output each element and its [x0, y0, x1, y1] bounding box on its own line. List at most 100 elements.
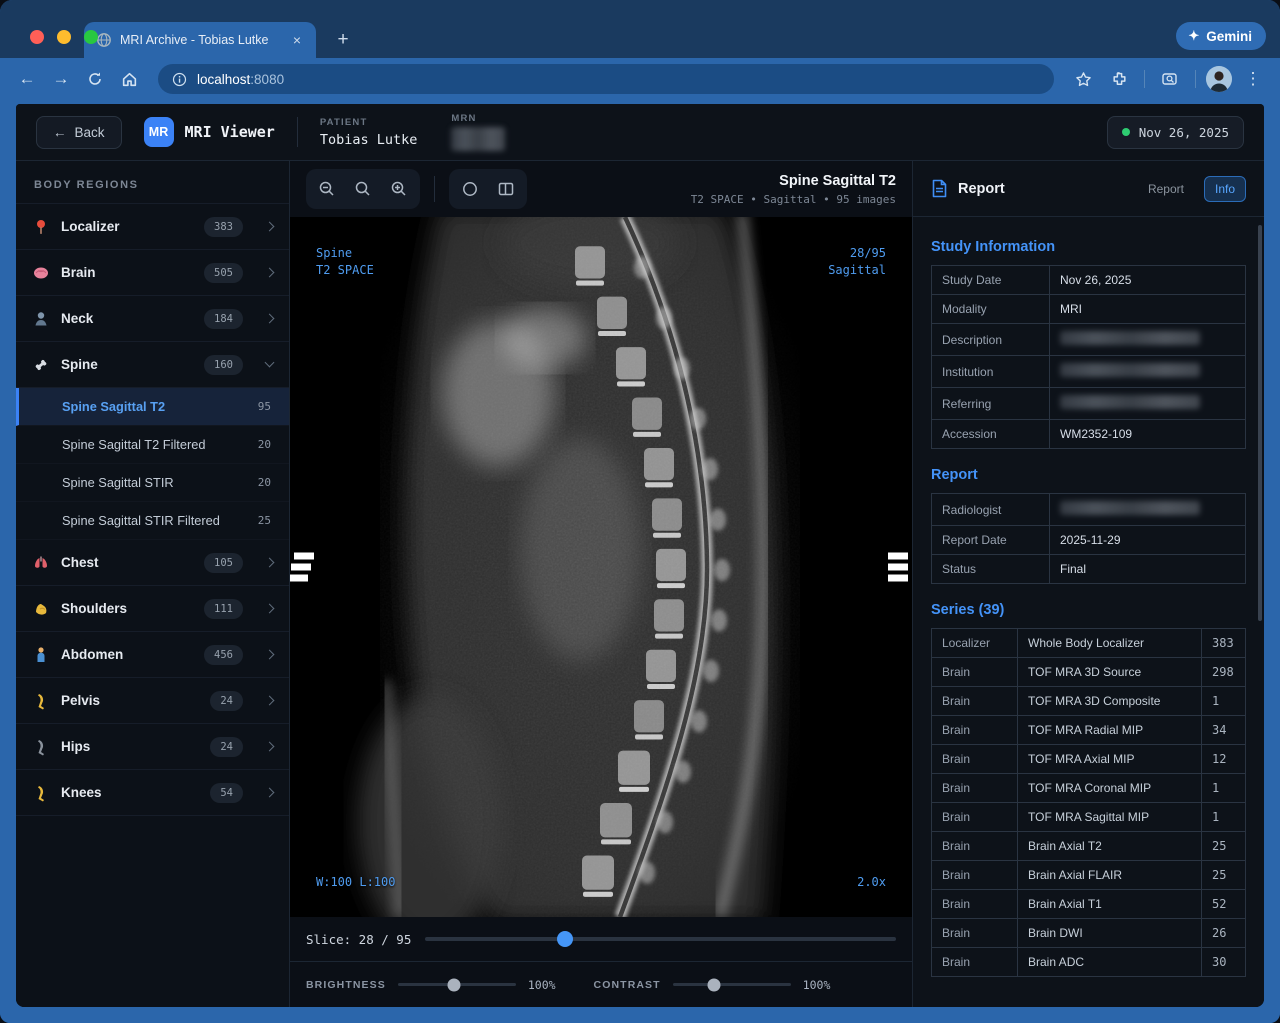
pin-icon — [32, 218, 50, 236]
panel-scrollbar[interactable] — [1258, 225, 1262, 621]
series-title-block: Spine Sagittal T2 T2 SPACE • Sagittal • … — [691, 173, 896, 206]
forward-icon[interactable]: → — [46, 64, 76, 94]
mrn-info: MRN — [451, 113, 505, 151]
sidebar-region-hips[interactable]: Hips24 — [16, 724, 289, 770]
tab-search-icon[interactable] — [1155, 64, 1185, 94]
fullscreen-window-button[interactable] — [84, 30, 98, 44]
back-button[interactable]: ← Back — [36, 116, 122, 149]
tab-info[interactable]: Info — [1204, 176, 1246, 202]
zoom-reset-button[interactable] — [346, 173, 380, 205]
series-heading: Series (39) — [931, 602, 1246, 618]
back-icon[interactable]: ← — [12, 64, 42, 94]
series-region: Brain — [932, 803, 1018, 832]
profile-avatar[interactable] — [1206, 66, 1232, 92]
series-name: Whole Body Localizer — [1018, 629, 1202, 658]
gemini-sparkle-icon: ✦ — [1188, 28, 1199, 44]
tab-report[interactable]: Report — [1138, 177, 1194, 201]
browser-window: MRI Archive - Tobias Lutke × + ✦ Gemini … — [0, 0, 1280, 1023]
table-row: Report Date2025-11-29 — [932, 526, 1246, 555]
extensions-puzzle-icon[interactable] — [1104, 64, 1134, 94]
tab-close-icon[interactable]: × — [288, 31, 306, 49]
new-tab-button[interactable]: + — [330, 29, 356, 51]
brightness-value: 100% — [528, 978, 556, 992]
series-row[interactable]: BrainBrain DWI26 — [932, 919, 1246, 948]
series-row[interactable]: BrainBrain Axial T152 — [932, 890, 1246, 919]
brightness-slider[interactable] — [398, 983, 516, 986]
series-name: Brain ADC — [1018, 948, 1202, 977]
mrn-redacted-value — [451, 127, 505, 151]
next-slice-grip[interactable] — [888, 553, 908, 582]
series-row[interactable]: LocalizerWhole Body Localizer383 — [932, 629, 1246, 658]
sidebar-region-spine[interactable]: Spine160 — [16, 342, 289, 388]
chrome-actions: ⋮ — [1068, 64, 1268, 94]
sidebar-series-spine-sagittal-t2-filtered[interactable]: Spine Sagittal T2 Filtered20 — [16, 426, 289, 464]
series-row[interactable]: BrainTOF MRA Axial MIP12 — [932, 745, 1246, 774]
series-row[interactable]: BrainTOF MRA Sagittal MIP1 — [932, 803, 1246, 832]
slice-slider[interactable] — [425, 937, 896, 941]
circle-tool-button[interactable] — [453, 173, 487, 205]
sidebar-series-spine-sagittal-stir[interactable]: Spine Sagittal STIR20 — [16, 464, 289, 502]
series-region: Brain — [932, 687, 1018, 716]
series-region: Brain — [932, 890, 1018, 919]
sidebar-region-localizer[interactable]: Localizer383 — [16, 204, 289, 250]
region-count-badge: 54 — [210, 783, 243, 803]
series-row[interactable]: BrainTOF MRA 3D Composite1 — [932, 687, 1246, 716]
header-divider — [297, 117, 298, 147]
browser-tab[interactable]: MRI Archive - Tobias Lutke × — [84, 22, 316, 58]
chevron-down-icon — [265, 358, 275, 368]
sidebar-region-neck[interactable]: Neck184 — [16, 296, 289, 342]
contrast-slider-thumb[interactable] — [707, 978, 720, 991]
sidebar-region-pelvis[interactable]: Pelvis24 — [16, 678, 289, 724]
series-count: 20 — [258, 476, 271, 489]
lungs-icon — [32, 554, 50, 572]
series-row[interactable]: BrainTOF MRA 3D Source298 — [932, 658, 1246, 687]
series-count: 95 — [258, 400, 271, 413]
study-info-heading: Study Information — [931, 239, 1246, 255]
series-row[interactable]: BrainTOF MRA Coronal MIP1 — [932, 774, 1246, 803]
series-row[interactable]: BrainTOF MRA Radial MIP34 — [932, 716, 1246, 745]
sidebar-region-abdomen[interactable]: Abdomen456 — [16, 632, 289, 678]
gemini-button[interactable]: ✦ Gemini — [1176, 22, 1266, 50]
zoom-in-button[interactable] — [382, 173, 416, 205]
mri-sagittal-spine-image — [290, 217, 912, 917]
bookmark-star-icon[interactable] — [1068, 64, 1098, 94]
url-bar[interactable]: localhost:8080 — [158, 64, 1054, 94]
home-icon[interactable] — [114, 64, 144, 94]
sidebar-series-spine-sagittal-t2[interactable]: Spine Sagittal T295 — [16, 388, 289, 426]
reload-icon[interactable] — [80, 64, 110, 94]
panel-body[interactable]: Study Information Study DateNov 26, 2025… — [913, 217, 1264, 1007]
series-row[interactable]: BrainBrain Axial FLAIR25 — [932, 861, 1246, 890]
site-info-icon[interactable] — [172, 72, 187, 87]
table-row: Radiologist — [932, 494, 1246, 526]
sidebar-region-shoulders[interactable]: Shoulders111 — [16, 586, 289, 632]
series-row[interactable]: BrainBrain ADC30 — [932, 948, 1246, 977]
sidebar-region-chest[interactable]: Chest105 — [16, 540, 289, 586]
row-label: Report Date — [932, 526, 1050, 555]
region-label: Localizer — [61, 219, 120, 234]
sidebar-region-knees[interactable]: Knees54 — [16, 770, 289, 816]
split-layout-button[interactable] — [489, 173, 523, 205]
sidebar-region-brain[interactable]: Brain505 — [16, 250, 289, 296]
row-label: Status — [932, 555, 1050, 584]
browser-menu-kebab-icon[interactable]: ⋮ — [1238, 64, 1268, 94]
region-count-badge: 184 — [204, 309, 243, 329]
url-text[interactable]: localhost:8080 — [197, 72, 284, 87]
series-table: LocalizerWhole Body Localizer383BrainTOF… — [931, 628, 1246, 977]
minimize-window-button[interactable] — [57, 30, 71, 44]
patient-name: Tobias Lutke — [320, 132, 418, 148]
slice-slider-thumb[interactable] — [557, 931, 573, 947]
region-count-badge: 160 — [204, 355, 243, 375]
brightness-slider-thumb[interactable] — [448, 978, 461, 991]
chevron-right-icon — [265, 314, 275, 324]
close-window-button[interactable] — [30, 30, 44, 44]
series-row[interactable]: BrainBrain Axial T225 — [932, 832, 1246, 861]
zoom-out-button[interactable] — [310, 173, 344, 205]
contrast-slider[interactable] — [673, 983, 791, 986]
prev-slice-grip[interactable] — [294, 553, 314, 582]
leg-yellow-icon — [32, 784, 50, 802]
toolbar-divider — [1144, 70, 1145, 88]
region-count-badge: 111 — [204, 599, 243, 619]
viewer-toolbar: Spine Sagittal T2 T2 SPACE • Sagittal • … — [290, 161, 912, 217]
mri-image-stage[interactable]: Spine T2 SPACE 28/95 Sagittal W:100 L:10… — [290, 217, 912, 917]
sidebar-series-spine-sagittal-stir-filtered[interactable]: Spine Sagittal STIR Filtered25 — [16, 502, 289, 540]
